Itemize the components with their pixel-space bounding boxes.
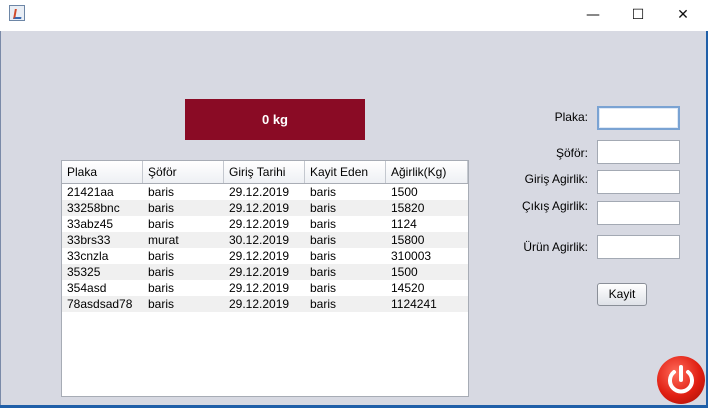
records-table[interactable]: Plaka Şöför Giriş Tarihi Kayit Eden Ağir… [61,160,469,397]
plaka-label: Plaka: [554,110,588,124]
cikis-agirlik-label: Çıkış Agirlik: [521,199,588,213]
cell-giris-tarihi: 29.12.2019 [229,281,290,295]
cell-kayit-eden: baris [310,201,337,215]
cell-kayit-eden: baris [310,185,337,199]
cell-kayit-eden: baris [310,233,337,247]
cell-giris-tarihi: 29.12.2019 [229,201,290,215]
title-bar: — ☐ ✕ [0,0,708,31]
cell-agirlik: 14520 [391,281,425,295]
column-header-sofor[interactable]: Şöför [143,161,224,183]
cell-agirlik: 1124241 [391,297,437,311]
cell-giris-tarihi: 29.12.2019 [229,249,290,263]
cell-kayit-eden: baris [310,265,337,279]
window-border-left [0,31,1,408]
column-header-giris-tarihi[interactable]: Giriş Tarihi [224,161,305,183]
cell-kayit-eden: baris [310,281,337,295]
cell-plaka: 33brs33 [67,233,111,247]
cell-plaka: 354asd [67,281,107,295]
column-header-plaka[interactable]: Plaka [62,161,143,183]
table-row[interactable]: 33brs33 murat 30.12.2019 baris 15800 [62,232,468,248]
java-app-icon[interactable] [9,5,25,21]
cell-sofor: baris [148,217,175,231]
cell-kayit-eden: baris [310,249,337,263]
kayit-button[interactable]: Kayit [597,283,647,306]
urun-agirlik-input[interactable] [597,235,680,259]
power-button[interactable] [657,356,705,404]
cell-giris-tarihi: 29.12.2019 [229,185,290,199]
cikis-agirlik-input[interactable] [597,201,680,225]
cell-sofor: baris [148,281,175,295]
table-row[interactable]: 78asdsad78 baris 29.12.2019 baris 1124241 [62,296,468,312]
cell-kayit-eden: baris [310,217,337,231]
cell-plaka: 33258bnc [67,201,120,215]
cell-agirlik: 310003 [391,249,432,263]
cell-giris-tarihi: 30.12.2019 [229,233,290,247]
urun-agirlik-label: Ürün Agirlik: [523,240,588,254]
cell-plaka: 35325 [67,265,101,279]
table-body: 21421aa baris 29.12.2019 baris 1500 33258bnc b… [62,184,468,312]
maximize-button[interactable]: ☐ [615,0,661,31]
cell-agirlik: 15820 [391,201,425,215]
cell-kayit-eden: baris [310,297,337,311]
close-button[interactable]: ✕ [660,0,706,31]
cell-sofor: baris [148,185,175,199]
table-row[interactable]: 354asd baris 29.12.2019 baris 14520 [62,280,468,296]
cell-sofor: murat [148,233,179,247]
sofor-input[interactable] [597,140,680,164]
cell-sofor: baris [148,265,175,279]
cell-agirlik: 15800 [391,233,425,247]
table-row[interactable]: 33cnzla baris 29.12.2019 baris 310003 [62,248,468,264]
cell-giris-tarihi: 29.12.2019 [229,265,290,279]
column-header-kayit-eden[interactable]: Kayit Eden [305,161,386,183]
weight-value: 0 kg [261,112,288,127]
giris-agirlik-label: Giriş Agirlik: [524,172,588,186]
column-header-agirlik[interactable]: Ağirlik(Kg) [386,161,468,183]
cell-plaka: 78asdsad78 [67,297,133,311]
cell-plaka: 33abz45 [67,217,114,231]
table-row[interactable]: 21421aa baris 29.12.2019 baris 1500 [62,184,468,200]
table-row[interactable]: 35325 baris 29.12.2019 baris 1500 [62,264,468,280]
sofor-label: Şöför: [555,146,588,160]
cell-agirlik: 1124 [391,217,417,231]
cell-giris-tarihi: 29.12.2019 [229,297,290,311]
minimize-button[interactable]: — [570,0,616,31]
plaka-input[interactable] [597,106,680,130]
cell-plaka: 33cnzla [67,249,109,263]
cell-agirlik: 1500 [391,265,418,279]
cell-plaka: 21421aa [67,185,114,199]
cell-sofor: baris [148,249,175,263]
giris-agirlik-input[interactable] [597,170,680,194]
table-row[interactable]: 33258bnc baris 29.12.2019 baris 15820 [62,200,468,216]
cell-giris-tarihi: 29.12.2019 [229,217,290,231]
power-icon [668,365,694,394]
table-row[interactable]: 33abz45 baris 29.12.2019 baris 1124 [62,216,468,232]
table-header: Plaka Şöför Giriş Tarihi Kayit Eden Ağir… [62,161,468,184]
cell-sofor: baris [148,297,175,311]
cell-sofor: baris [148,201,175,215]
weight-display: 0 kg [185,99,365,140]
cell-agirlik: 1500 [391,185,418,199]
